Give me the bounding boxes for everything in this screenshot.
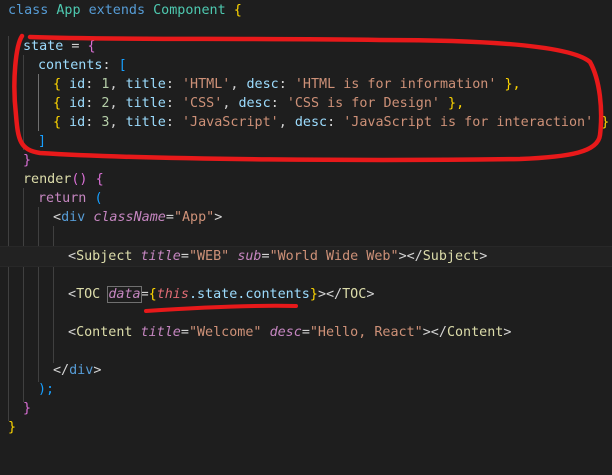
code-editor[interactable]: class App extends Component { state = { … [0,0,612,444]
contents-property: contents [38,58,103,73]
desc-value: 'HTML is for information' [294,77,497,92]
id-key: id [69,115,86,130]
brace: }, [440,96,465,111]
div-tag: div [61,210,86,225]
desc-value: "Hello, React" [309,325,423,340]
keyword-return: return [38,191,87,206]
code-line[interactable]: { id: 2, title: 'CSS', desc: 'CSS is for… [0,94,612,113]
title-value: "WEB" [188,249,230,264]
code-line[interactable]: ] [0,132,612,151]
desc-key: desc [294,115,328,130]
title-value: "Welcome" [188,325,262,340]
code-line[interactable]: render() { [0,170,612,189]
brace: { [53,77,70,92]
render-method: render [23,172,72,187]
colon: : [165,96,182,111]
brace: } [8,420,17,435]
bracket: [ [118,58,127,73]
title-key: title [125,115,166,130]
this-keyword: this [156,287,189,302]
colon: : [270,96,287,111]
title-value: 'HTML' [182,77,231,92]
brace: { [53,96,70,111]
code-line[interactable]: { id: 1, title: 'HTML', desc: 'HTML is f… [0,75,612,94]
bracket: ] [38,134,47,149]
comma: , [222,96,239,111]
state-contents-expr: .state.contents [188,287,310,302]
comma: , [230,77,247,92]
sub-value: "World Wide Web" [269,249,399,264]
brace: { [87,39,96,54]
colon: : [85,96,102,111]
code-line[interactable]: } [0,151,612,170]
brace: }, [496,77,521,92]
classname-value: "App" [173,210,215,225]
class-name: App [56,3,81,18]
code-line[interactable]: <div className="App"> [0,208,612,227]
title-key: title [125,77,166,92]
comma: , [109,115,126,130]
code-line[interactable]: class App extends Component { [0,1,612,20]
keyword-extends: extends [88,3,146,18]
desc-key: desc [246,77,279,92]
title-key: title [125,96,166,111]
id-key: id [69,77,86,92]
code-line-current[interactable]: <Subject title="WEB" sub="World Wide Web… [0,246,612,267]
code-line[interactable]: <TOC data={this.state.contents}></TOC> [0,285,612,304]
colon: : [165,77,182,92]
keyword-class: class [8,3,49,18]
code-line[interactable]: } [0,418,612,437]
title-attr: title [140,325,181,340]
subject-tag: Subject [76,249,133,264]
comma: , [109,96,126,111]
brace: { [95,172,104,187]
content-tag: Content [76,325,133,340]
parens: () [71,172,88,187]
tag-open: < [53,210,62,225]
desc-value: 'JavaScript is for interaction' [343,115,594,130]
assign-operator: = [71,39,80,54]
toc-close-tag: TOC [342,287,367,302]
comma: , [278,115,295,130]
title-attr: title [140,249,181,264]
code-line[interactable]: <Content title="Welcome" desc="Hello, Re… [0,323,612,342]
base-class-name: Component [153,3,226,18]
code-line[interactable]: { id: 3, title: 'JavaScript', desc: 'Jav… [0,113,612,132]
title-value: 'JavaScript' [182,115,279,130]
code-line[interactable]: return ( [0,189,612,208]
content-close-tag: Content [446,325,504,340]
brace: { [233,3,242,18]
brace: } [593,115,610,130]
comma: , [109,77,126,92]
colon: : [278,77,295,92]
colon: : [165,115,182,130]
toc-tag: TOC [76,287,101,302]
code-line[interactable]: state = { [0,37,612,56]
desc-value: 'CSS is for Design' [286,96,440,111]
state-property: state [23,39,64,54]
sub-attr: sub [237,249,262,264]
id-key: id [69,96,86,111]
desc-key: desc [238,96,271,111]
brace: } [23,401,32,416]
code-line[interactable]: ); [0,380,612,399]
subject-close-tag: Subject [422,249,480,264]
title-value: 'CSS' [182,96,223,111]
div-close-tag: div [69,363,94,378]
annotation-underline [144,303,298,313]
data-attr: data [107,286,142,303]
desc-attr: desc [269,325,302,340]
brace: { [53,115,70,130]
colon: : [102,58,111,73]
paren: ( [94,191,103,206]
colon: : [85,77,102,92]
return-close: ); [38,382,55,397]
colon: : [327,115,344,130]
code-line[interactable]: } [0,399,612,418]
brace: } [23,153,32,168]
classname-attr: className [93,210,166,225]
colon: : [85,115,102,130]
code-line[interactable]: </div> [0,361,612,380]
code-line[interactable]: contents: [ [0,56,612,75]
